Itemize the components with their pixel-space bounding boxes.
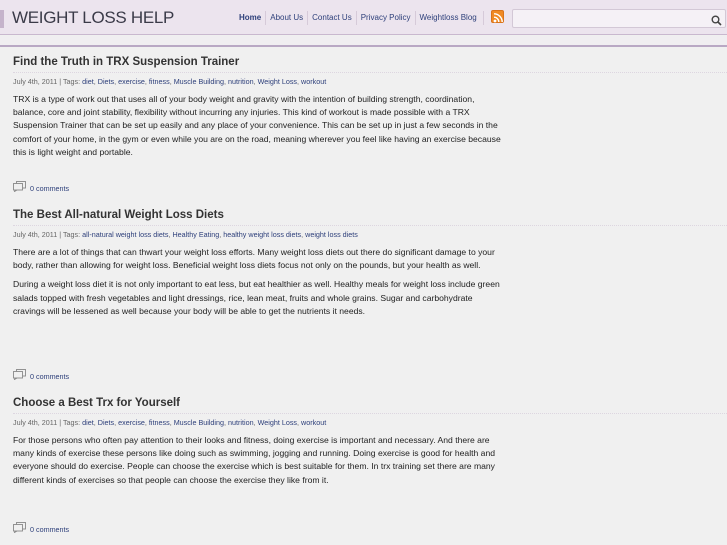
tag-link[interactable]: fitness	[149, 77, 170, 86]
post: The Best All-natural Weight Loss Diets J…	[13, 209, 727, 318]
post-paragraph: During a weight loss diet it is not only…	[13, 279, 500, 316]
tags-label: Tags:	[62, 418, 81, 427]
post-date: July 4th, 2011	[13, 418, 58, 427]
comments-link[interactable]: 0 comments	[30, 184, 69, 193]
tag-link[interactable]: workout	[301, 418, 326, 427]
post-date: July 4th, 2011	[13, 77, 58, 86]
tag-link[interactable]: exercise	[118, 418, 145, 427]
search-box	[512, 9, 726, 28]
main-nav: Home About Us Contact Us Privacy Policy …	[236, 11, 484, 25]
post: Choose a Best Trx for Yourself July 4th,…	[13, 397, 727, 487]
search-input[interactable]	[515, 11, 705, 26]
post-date: July 4th, 2011	[13, 230, 58, 239]
post-meta: July 4th, 2011 | Tags: diet, Diets, exer…	[13, 418, 503, 427]
post-title[interactable]: The Best All-natural Weight Loss Diets	[13, 209, 727, 226]
nav-weightloss-blog[interactable]: Weightloss Blog	[416, 11, 484, 25]
tag-link[interactable]: Diets	[98, 77, 114, 86]
post-comments: 0 comments	[13, 520, 69, 538]
tag-link[interactable]: Healthy Eating	[172, 230, 219, 239]
tag-link[interactable]: weight loss diets	[305, 230, 358, 239]
post: Find the Truth in TRX Suspension Trainer…	[13, 56, 727, 159]
post-tags: diet, Diets, exercise, fitness, Muscle B…	[82, 77, 327, 86]
nav-home[interactable]: Home	[236, 11, 267, 25]
comments-link[interactable]: 0 comments	[30, 372, 69, 381]
post-comments: 0 comments	[13, 367, 69, 385]
nav-contact-us[interactable]: Contact Us	[308, 11, 357, 25]
header-accent-bar	[0, 10, 4, 28]
post-tags: diet, Diets, exercise, fitness, Muscle B…	[82, 418, 327, 427]
tag-link[interactable]: Muscle Building	[174, 77, 224, 86]
site-title[interactable]: WEIGHT LOSS HELP	[12, 8, 174, 28]
comment-bubble-icon	[13, 520, 26, 538]
post-tags: all-natural weight loss diets, Healthy E…	[82, 230, 358, 239]
comment-bubble-icon	[13, 367, 26, 385]
tag-link[interactable]: Weight Loss	[258, 77, 297, 86]
comments-link[interactable]: 0 comments	[30, 525, 69, 534]
post-title[interactable]: Find the Truth in TRX Suspension Trainer	[13, 56, 727, 73]
search-icon[interactable]	[711, 13, 722, 31]
tag-link[interactable]: workout	[301, 77, 326, 86]
site-header: WEIGHT LOSS HELP Home About Us Contact U…	[0, 0, 727, 35]
post-body: There are a lot of things that can thwar…	[13, 246, 503, 318]
tag-link[interactable]: fitness	[149, 418, 170, 427]
tag-link[interactable]: nutrition	[228, 77, 254, 86]
tags-label: Tags:	[62, 77, 81, 86]
post-body: For those persons who often pay attentio…	[13, 434, 503, 487]
rss-feed-icon[interactable]	[491, 10, 504, 23]
tag-link[interactable]: diet	[82, 418, 94, 427]
post-meta: July 4th, 2011 | Tags: all-natural weigh…	[13, 230, 503, 239]
tag-link[interactable]: Muscle Building	[174, 418, 224, 427]
nav-about-us[interactable]: About Us	[266, 11, 309, 25]
tag-link[interactable]: nutrition	[228, 418, 254, 427]
tag-link[interactable]: all-natural weight loss diets	[82, 230, 168, 239]
tag-link[interactable]: exercise	[118, 77, 145, 86]
post-paragraph: There are a lot of things that can thwar…	[13, 247, 495, 271]
nav-privacy-policy[interactable]: Privacy Policy	[357, 11, 416, 25]
header-subbar	[0, 36, 727, 47]
post-title[interactable]: Choose a Best Trx for Yourself	[13, 397, 727, 414]
post-comments: 0 comments	[13, 179, 69, 197]
tag-link[interactable]: diet	[82, 77, 94, 86]
comment-bubble-icon	[13, 179, 26, 197]
tag-link[interactable]: Weight Loss	[258, 418, 297, 427]
post-paragraph: TRX is a type of work out that uses all …	[13, 94, 501, 157]
tag-link[interactable]: Diets	[98, 418, 114, 427]
tags-label: Tags:	[62, 230, 81, 239]
post-body: TRX is a type of work out that uses all …	[13, 93, 503, 159]
tag-link[interactable]: healthy weight loss diets	[223, 230, 301, 239]
post-meta: July 4th, 2011 | Tags: diet, Diets, exer…	[13, 77, 503, 86]
post-paragraph: For those persons who often pay attentio…	[13, 435, 495, 485]
